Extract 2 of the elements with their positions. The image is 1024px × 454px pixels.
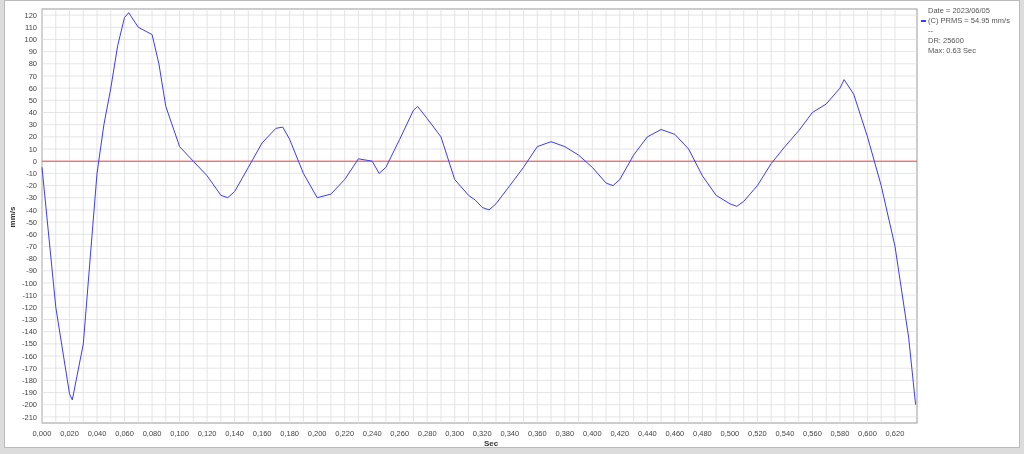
- x-axis-title: Sec: [483, 439, 499, 448]
- y-axis-title: mm/s: [8, 206, 17, 228]
